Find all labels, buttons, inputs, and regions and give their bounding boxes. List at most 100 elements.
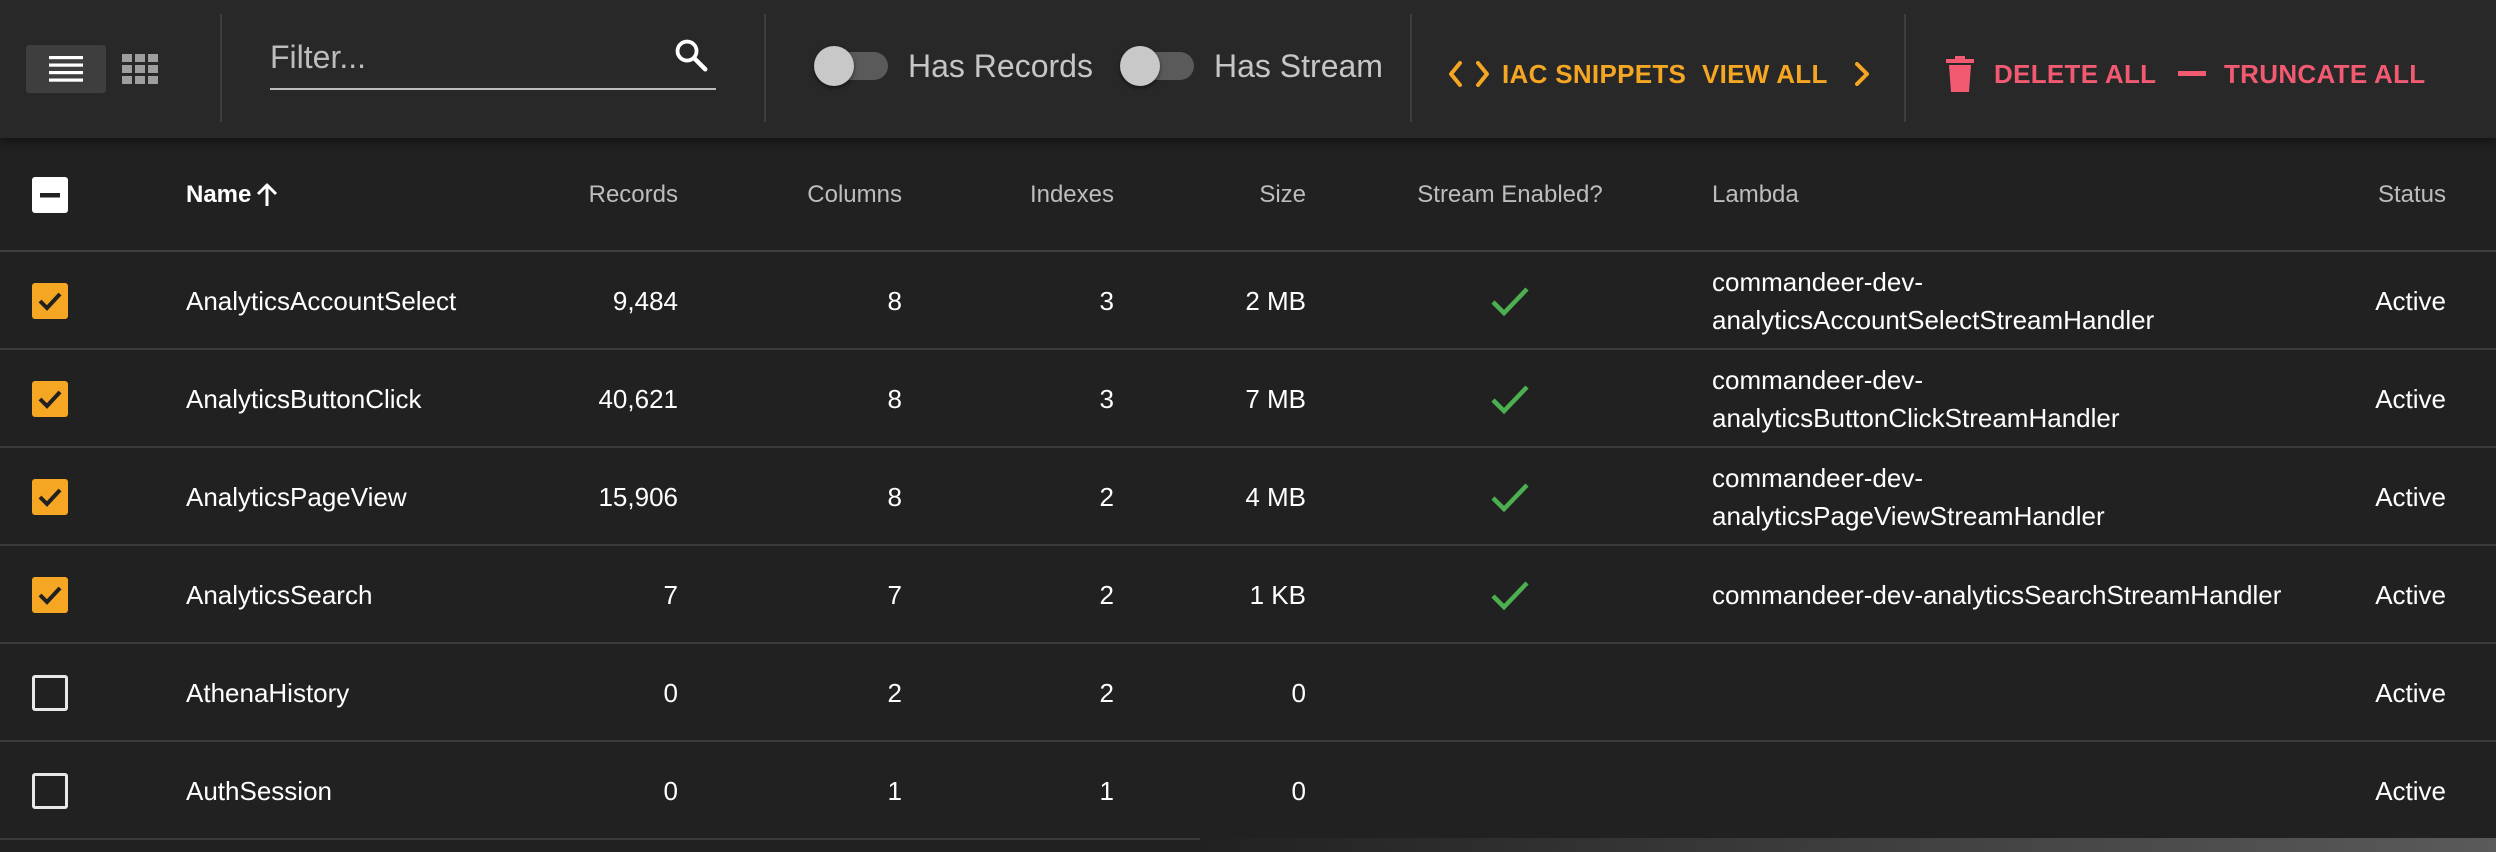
trash-icon bbox=[1946, 56, 1974, 92]
row-status: Active bbox=[2375, 579, 2446, 610]
row-checkbox[interactable] bbox=[32, 283, 68, 319]
row-name[interactable]: AnalyticsPageView bbox=[186, 448, 407, 546]
row-columns: 8 bbox=[887, 383, 902, 414]
checkbox-check-icon bbox=[38, 488, 62, 507]
table-row[interactable]: AnalyticsSearch 7 7 2 1 KB commandeer-de… bbox=[0, 546, 2496, 644]
checkbox-check-icon bbox=[38, 586, 62, 605]
row-columns: 2 bbox=[887, 677, 902, 708]
checkmark-icon bbox=[1491, 483, 1529, 513]
table-row[interactable]: AnalyticsPageView 15,906 8 2 4 MB comman… bbox=[0, 448, 2496, 546]
table-row[interactable]: AuthSession 0 1 1 0 Active bbox=[0, 742, 2496, 840]
column-header-indexes[interactable]: Indexes bbox=[980, 138, 1114, 252]
column-header-records[interactable]: Records bbox=[540, 138, 678, 252]
minus-icon bbox=[2178, 71, 2206, 76]
code-icon bbox=[1449, 61, 1489, 87]
has-stream-switch[interactable]: Has Stream bbox=[1120, 46, 1383, 86]
row-lambda-text: commandeer-dev-analyticsSearchStreamHand… bbox=[1712, 576, 2281, 614]
row-name[interactable]: AnalyticsButtonClick bbox=[186, 350, 422, 448]
row-columns: 8 bbox=[887, 285, 902, 316]
row-records: 15,906 bbox=[598, 481, 678, 512]
table-header: Name Records Columns Indexes Size Stream… bbox=[0, 138, 2496, 252]
delete-all-label: DELETE ALL bbox=[1994, 58, 2157, 89]
row-name[interactable]: AnalyticsAccountSelect bbox=[186, 252, 456, 350]
row-checkbox[interactable] bbox=[32, 381, 68, 417]
checkmark-icon bbox=[1491, 287, 1529, 317]
column-header-size-label: Size bbox=[1259, 181, 1306, 208]
row-stream-enabled bbox=[1390, 448, 1630, 546]
column-header-stream-enabled[interactable]: Stream Enabled? bbox=[1390, 138, 1630, 252]
row-indexes: 1 bbox=[1099, 775, 1114, 806]
column-header-stream-enabled-label: Stream Enabled? bbox=[1417, 181, 1603, 208]
switch-knob[interactable] bbox=[814, 46, 854, 86]
toolbar: Has Records Has Stream IAC SNIPPETS VIEW… bbox=[0, 0, 2496, 138]
grid-view-button[interactable] bbox=[108, 45, 172, 93]
row-checkbox[interactable] bbox=[32, 577, 68, 613]
row-lambda-text: commandeer-dev- analyticsPageViewStreamH… bbox=[1712, 459, 2105, 535]
row-name[interactable]: AthenaHistory bbox=[186, 644, 349, 742]
row-checkbox[interactable] bbox=[32, 773, 68, 809]
column-header-status-label: Status bbox=[2377, 181, 2446, 208]
column-header-columns[interactable]: Columns bbox=[760, 138, 902, 252]
table-row[interactable]: AthenaHistory 0 2 2 0 Active bbox=[0, 644, 2496, 742]
row-lambda[interactable]: commandeer-dev- analyticsAccountSelectSt… bbox=[1712, 252, 2362, 350]
search-icon[interactable] bbox=[672, 36, 710, 74]
column-header-name[interactable]: Name bbox=[186, 138, 279, 252]
row-lambda-line2: analyticsPageViewStreamHandler bbox=[1712, 501, 2105, 531]
list-view-button[interactable] bbox=[26, 45, 106, 93]
table-row[interactable]: AnalyticsAccountSelect 9,484 8 3 2 MB co… bbox=[0, 252, 2496, 350]
column-header-lambda[interactable]: Lambda bbox=[1712, 138, 1799, 252]
row-lambda-line2: analyticsAccountSelectStreamHandler bbox=[1712, 305, 2155, 335]
row-status: Active bbox=[2375, 677, 2446, 708]
row-checkbox[interactable] bbox=[32, 479, 68, 515]
row-records: 0 bbox=[663, 775, 678, 806]
row-size: 0 bbox=[1291, 677, 1306, 708]
delete-all-button[interactable]: DELETE ALL bbox=[1946, 50, 2156, 98]
view-all-button[interactable]: VIEW ALL bbox=[1702, 50, 1872, 98]
row-indexes: 2 bbox=[1099, 579, 1114, 610]
select-all-checkbox[interactable] bbox=[32, 177, 68, 213]
row-size: 1 KB bbox=[1249, 579, 1306, 610]
iac-snippets-label: IAC SNIPPETS bbox=[1502, 58, 1687, 89]
row-lambda-line1: commandeer-dev- bbox=[1712, 267, 1923, 297]
row-lambda-line1: commandeer-dev-analyticsSearchStreamHand… bbox=[1712, 580, 2282, 610]
switch-track[interactable] bbox=[1120, 46, 1194, 86]
truncate-all-button[interactable]: TRUNCATE ALL bbox=[2178, 50, 2425, 98]
filter-input[interactable] bbox=[270, 28, 650, 86]
row-status: Active bbox=[2375, 775, 2446, 806]
row-lambda[interactable]: commandeer-dev- analyticsPageViewStreamH… bbox=[1712, 448, 2362, 546]
row-stream-enabled bbox=[1390, 742, 1630, 840]
column-header-size[interactable]: Size bbox=[1180, 138, 1306, 252]
iac-snippets-button[interactable]: IAC SNIPPETS bbox=[1448, 50, 1686, 98]
row-records: 0 bbox=[663, 677, 678, 708]
has-records-label: Has Records bbox=[908, 47, 1093, 84]
has-stream-label: Has Stream bbox=[1214, 47, 1383, 84]
list-view-icon bbox=[49, 56, 83, 82]
row-lambda[interactable]: commandeer-dev-analyticsSearchStreamHand… bbox=[1712, 546, 2362, 644]
row-columns: 8 bbox=[887, 481, 902, 512]
row-checkbox[interactable] bbox=[32, 675, 68, 711]
truncate-all-label: TRUNCATE ALL bbox=[2224, 58, 2426, 89]
toolbar-divider bbox=[220, 14, 222, 122]
checkbox-check-icon bbox=[38, 390, 62, 409]
row-name[interactable]: AnalyticsSearch bbox=[186, 546, 372, 644]
row-size: 0 bbox=[1291, 775, 1306, 806]
grid-view-icon bbox=[122, 54, 158, 84]
row-size: 7 MB bbox=[1245, 383, 1306, 414]
row-lambda[interactable]: commandeer-dev- analyticsButtonClickStre… bbox=[1712, 350, 2362, 448]
switch-knob[interactable] bbox=[1120, 46, 1160, 86]
row-columns: 1 bbox=[887, 775, 902, 806]
checkbox-check-icon bbox=[38, 292, 62, 311]
row-columns: 7 bbox=[887, 579, 902, 610]
column-header-status[interactable]: Status bbox=[2360, 138, 2446, 252]
switch-track[interactable] bbox=[814, 46, 888, 86]
table-row[interactable]: AnalyticsButtonClick 40,621 8 3 7 MB com… bbox=[0, 350, 2496, 448]
row-lambda-text: commandeer-dev- analyticsButtonClickStre… bbox=[1712, 361, 2120, 437]
row-lambda bbox=[1712, 742, 2362, 840]
toolbar-divider bbox=[1904, 14, 1906, 122]
arrow-up-icon bbox=[257, 183, 278, 206]
has-records-switch[interactable]: Has Records bbox=[814, 46, 1093, 86]
column-header-columns-label: Columns bbox=[807, 181, 902, 208]
row-lambda-line2: analyticsButtonClickStreamHandler bbox=[1712, 403, 2120, 433]
row-name[interactable]: AuthSession bbox=[186, 742, 332, 840]
indeterminate-icon bbox=[40, 193, 60, 198]
